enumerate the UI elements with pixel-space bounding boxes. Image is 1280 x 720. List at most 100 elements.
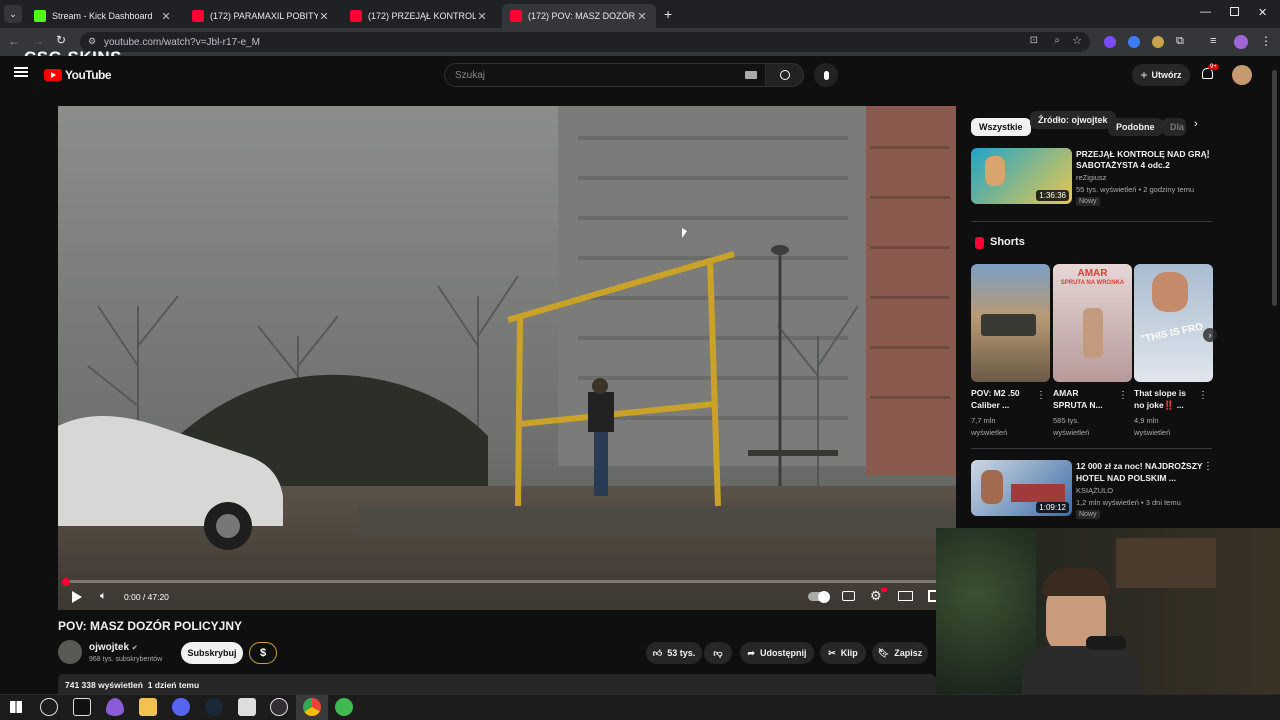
browser-tab[interactable]: (172) PARAMAXIL POBITY NA S ✕	[184, 4, 338, 28]
search-button[interactable]	[766, 63, 804, 87]
short-thumbnail[interactable]	[971, 264, 1050, 382]
short-title-line[interactable]: no joke‼️ ...	[1134, 400, 1184, 411]
short-thumbnail[interactable]: "THIS IS FRO	[1134, 264, 1213, 382]
close-tab-icon[interactable]: ✕	[318, 10, 330, 23]
channel-avatar[interactable]	[58, 640, 82, 664]
video-channel[interactable]: KSIĄŻULO	[1076, 486, 1113, 496]
browser-menu-icon[interactable]: ⋮	[1260, 34, 1272, 48]
steam-icon[interactable]	[205, 698, 223, 716]
progress-scrubber[interactable]	[62, 578, 70, 586]
volume-icon[interactable]: 🔈︎	[100, 590, 107, 603]
new-tab-icon[interactable]: +	[664, 6, 672, 22]
video-title-line[interactable]: HOTEL NAD POLSKIM ...	[1076, 473, 1176, 484]
keyboard-icon[interactable]	[745, 71, 757, 79]
browser-tab[interactable]: (172) PRZEJĄŁ KONTROLĘ NAD ✕	[342, 4, 496, 28]
restore-window-icon[interactable]	[1230, 7, 1239, 16]
short-title-line[interactable]: That slope is	[1134, 388, 1186, 399]
back-icon[interactable]: ←	[8, 34, 20, 48]
profile-avatar[interactable]	[1234, 35, 1248, 49]
more-options-icon[interactable]: ⋮	[1203, 149, 1213, 160]
address-bar[interactable]: ⚙ youtube.com/watch?v=Jbl-r17-e_M ⊡ ⌕ ☆	[80, 32, 1090, 52]
taskbar-app-icon[interactable]	[335, 698, 353, 716]
taskbar-app-icon[interactable]	[40, 698, 58, 716]
browser-tab[interactable]: Stream - Kick Dashboard ✕	[26, 4, 180, 28]
youtube-logo[interactable]: YouTube	[44, 68, 112, 82]
short-thumbnail[interactable]: AMAR SPRUTA NA WRONKA	[1053, 264, 1132, 382]
save-button[interactable]: 🔖︎ Zapisz	[872, 642, 928, 664]
close-tab-icon[interactable]: ✕	[160, 10, 172, 23]
chrome-icon[interactable]	[303, 698, 321, 716]
theater-mode-icon[interactable]	[898, 591, 913, 601]
clip-button[interactable]: ✂ Klip	[820, 642, 866, 664]
minimize-window-icon[interactable]: —	[1200, 6, 1211, 18]
video-channel[interactable]: reZigiusz	[1076, 173, 1106, 183]
settings-gear-icon[interactable]: ⚙	[870, 588, 882, 604]
chip-related[interactable]: Podobne	[1108, 118, 1163, 136]
short-title-line[interactable]: SPRUTA N...	[1053, 400, 1103, 411]
more-options-icon[interactable]: ⋮	[1198, 390, 1208, 401]
taskbar-app-icon[interactable]	[73, 698, 91, 716]
tab-search-icon[interactable]: ⌄	[4, 5, 22, 23]
install-app-icon[interactable]: ⊡	[1030, 35, 1038, 46]
close-window-icon[interactable]: ✕	[1258, 6, 1267, 19]
clip-label: Klip	[840, 648, 858, 658]
close-tab-icon[interactable]: ✕	[476, 10, 488, 23]
subtitles-icon[interactable]	[842, 591, 855, 601]
chips-next-chevron-icon[interactable]: ›	[1194, 118, 1198, 130]
shorts-next-chevron-icon[interactable]: ›	[1203, 328, 1217, 342]
bookmark-star-icon[interactable]: ☆	[1072, 34, 1082, 47]
site-info-icon[interactable]: ⚙	[88, 36, 96, 47]
more-options-icon[interactable]: ⋮	[1036, 390, 1046, 401]
video-player[interactable]: 🔈︎ 0:00 / 47:20 ⚙	[58, 106, 956, 610]
more-options-icon[interactable]: ⋮	[1203, 461, 1213, 472]
autoplay-toggle[interactable]	[808, 590, 830, 603]
mouse-cursor-icon	[682, 228, 687, 238]
video-meta: 55 tys. wyświetleń • 2 godziny temu	[1076, 185, 1195, 194]
progress-bar-track[interactable]	[64, 580, 936, 583]
short-title-line[interactable]: AMAR	[1053, 388, 1079, 399]
extensions-puzzle-icon[interactable]: ⧉	[1176, 35, 1184, 48]
join-dollar-button[interactable]: $	[249, 642, 277, 664]
account-avatar[interactable]	[1232, 65, 1252, 85]
video-title-line[interactable]: SABOTAŻYSTA 4 odc.2	[1076, 160, 1170, 171]
chip-all[interactable]: Wszystkie	[971, 118, 1031, 136]
windows-start-icon[interactable]	[10, 701, 22, 713]
media-controls-icon[interactable]: ≡	[1210, 35, 1216, 47]
page-scrollbar[interactable]	[1272, 70, 1277, 306]
obs-icon[interactable]	[270, 698, 288, 716]
file-explorer-icon[interactable]	[139, 698, 157, 716]
subscribe-button[interactable]: Subskrybuj	[181, 642, 243, 664]
short-title-line[interactable]: Caliber ...	[971, 400, 1009, 411]
chip-for-you[interactable]: Dla	[1162, 118, 1186, 136]
close-tab-icon[interactable]: ✕	[636, 10, 648, 23]
notifications-badge: 9+	[1208, 64, 1219, 70]
discord-icon[interactable]	[172, 698, 190, 716]
extension-icon[interactable]	[1152, 36, 1164, 48]
forward-icon[interactable]: →	[32, 34, 44, 48]
guide-menu-icon[interactable]	[14, 67, 28, 77]
video-thumbnail[interactable]: 1:09:12	[971, 460, 1072, 516]
video-thumbnail[interactable]: 1:36:36	[971, 148, 1072, 204]
reload-icon[interactable]: ↻	[56, 33, 66, 47]
more-options-icon[interactable]: ⋮	[1118, 390, 1128, 401]
browser-tab-active[interactable]: (172) POV: MASZ DOZÓR POLI ✕	[502, 4, 656, 28]
like-button[interactable]: 👍︎ 53 tys.	[646, 642, 702, 664]
shorts-heading: Shorts	[990, 236, 1025, 248]
taskbar-app-icon[interactable]	[238, 698, 256, 716]
channel-name[interactable]: ojwojtek ✔	[89, 642, 138, 653]
video-title-line[interactable]: 12 000 zł za noc! NAJDROŻSZY	[1076, 461, 1203, 472]
video-title-line[interactable]: PRZEJĄŁ KONTROLĘ NAD GRĄ!	[1076, 149, 1210, 160]
search-input[interactable]: Szukaj	[444, 63, 766, 87]
dislike-button[interactable]: 👎︎	[704, 642, 732, 664]
extension-icon[interactable]	[1104, 36, 1116, 48]
zoom-icon[interactable]: ⌕	[1054, 35, 1060, 46]
extension-icon[interactable]	[1128, 36, 1140, 48]
description-box[interactable]: 741 338 wyświetleń 1 dzień temu	[58, 674, 936, 694]
taskbar-app-icon[interactable]	[106, 698, 124, 716]
chip-source-channel[interactable]: Źródło: ojwojtek	[1030, 111, 1116, 129]
create-button[interactable]: + Utwórz	[1132, 64, 1190, 86]
share-button[interactable]: ➦ Udostępnij	[740, 642, 814, 664]
short-title-line[interactable]: POV: M2 .50	[971, 388, 1020, 399]
voice-search-button[interactable]	[814, 63, 838, 87]
play-button[interactable]	[72, 591, 82, 603]
